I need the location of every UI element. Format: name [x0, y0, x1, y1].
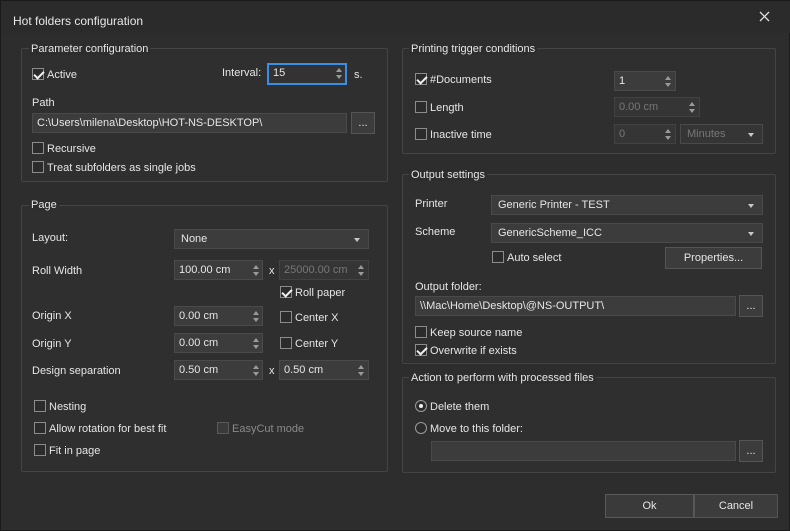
center-x-checkbox[interactable] — [280, 311, 292, 323]
active-checkbox[interactable] — [32, 68, 44, 80]
output-folder-input[interactable]: \\Mac\Home\Desktop\@NS-OUTPUT\ — [415, 296, 736, 316]
center-x-label: Center X — [295, 312, 339, 324]
move-folder-browse-button[interactable]: ... — [739, 440, 763, 462]
length-label: Length — [430, 102, 464, 114]
path-label: Path — [32, 97, 55, 109]
overwrite-checkbox[interactable] — [415, 344, 427, 356]
treat-subfolders-label: Treat subfolders as single jobs — [47, 162, 196, 174]
chevron-down-icon — [354, 238, 360, 242]
active-label: Active — [47, 69, 77, 81]
keep-source-name-checkbox[interactable] — [415, 326, 427, 338]
ok-button[interactable]: Ok — [605, 494, 694, 518]
page-title: Page — [29, 199, 59, 211]
close-button[interactable] — [749, 5, 779, 27]
easycut-label: EasyCut mode — [232, 423, 305, 435]
documents-stepper[interactable] — [661, 73, 675, 90]
roll-length-stepper[interactable] — [354, 262, 368, 279]
close-icon — [759, 11, 769, 22]
scheme-label: Scheme — [415, 226, 456, 238]
nesting-checkbox[interactable] — [34, 400, 46, 412]
layout-label: Layout: — [32, 232, 69, 244]
inactive-time-checkbox[interactable] — [415, 128, 427, 140]
move-to-folder-radio[interactable] — [415, 422, 427, 434]
keep-source-name-label: Keep source name — [430, 327, 523, 339]
layout-select[interactable]: None — [174, 229, 369, 249]
printing-trigger-title: Printing trigger conditions — [409, 43, 538, 55]
roll-paper-checkbox[interactable] — [280, 286, 292, 298]
design-separation-y-stepper[interactable] — [354, 362, 368, 379]
roll-width-stepper[interactable] — [249, 262, 263, 279]
center-y-checkbox[interactable] — [280, 337, 292, 349]
treat-subfolders-checkbox[interactable] — [32, 161, 44, 173]
action-title: Action to perform with processed files — [409, 372, 596, 384]
documents-checkbox[interactable] — [415, 73, 427, 85]
chevron-down-icon — [748, 232, 754, 236]
move-folder-input[interactable] — [431, 441, 736, 461]
allow-rotation-checkbox[interactable] — [34, 422, 46, 434]
design-x-separator: x — [269, 365, 275, 377]
origin-y-stepper[interactable] — [249, 335, 263, 352]
printer-label: Printer — [415, 198, 448, 210]
origin-y-label: Origin Y — [32, 338, 72, 350]
chevron-down-icon — [748, 133, 754, 137]
chevron-down-icon — [748, 204, 754, 208]
center-y-label: Center Y — [295, 338, 339, 350]
overwrite-label: Overwrite if exists — [430, 345, 517, 357]
origin-x-stepper[interactable] — [249, 308, 263, 325]
origin-x-label: Origin X — [32, 310, 72, 322]
design-separation-x-stepper[interactable] — [249, 362, 263, 379]
nesting-label: Nesting — [49, 401, 87, 413]
printer-select[interactable]: Generic Printer - TEST — [491, 195, 763, 215]
length-checkbox[interactable] — [415, 101, 427, 113]
interval-label: Interval: — [222, 67, 262, 79]
auto-select-checkbox[interactable] — [492, 251, 504, 263]
interval-stepper[interactable] — [332, 65, 346, 82]
output-folder-browse-button[interactable]: ... — [739, 295, 763, 317]
recursive-label: Recursive — [47, 143, 96, 155]
inactive-time-label: Inactive time — [430, 129, 492, 141]
fit-in-page-label: Fit in page — [49, 445, 101, 457]
delete-them-label: Delete them — [430, 401, 490, 413]
easycut-checkbox[interactable] — [217, 422, 229, 434]
properties-button[interactable]: Properties... — [665, 247, 762, 269]
fit-in-page-checkbox[interactable] — [34, 444, 46, 456]
delete-them-radio[interactable] — [415, 400, 427, 412]
cancel-button[interactable]: Cancel — [694, 494, 778, 518]
roll-x-separator: x — [269, 265, 275, 277]
output-folder-label: Output folder: — [415, 281, 482, 293]
design-separation-label: Design separation — [32, 365, 121, 377]
path-browse-button[interactable]: ... — [351, 112, 375, 134]
hot-folders-dialog: Hot folders configuration Parameter conf… — [0, 0, 790, 531]
inactive-unit-select[interactable]: Minutes — [680, 124, 763, 144]
window-title: Hot folders configuration — [13, 14, 144, 28]
scheme-select[interactable]: GenericScheme_ICC — [491, 223, 763, 243]
length-stepper[interactable] — [685, 99, 699, 116]
auto-select-label: Auto select — [507, 252, 562, 264]
title-bar: Hot folders configuration — [1, 1, 790, 33]
roll-width-label: Roll Width — [32, 265, 83, 277]
output-settings-title: Output settings — [409, 169, 487, 181]
parameter-configuration-title: Parameter configuration — [29, 43, 151, 55]
recursive-checkbox[interactable] — [32, 142, 44, 154]
path-input[interactable]: C:\Users\milena\Desktop\HOT-NS-DESKTOP\ — [32, 113, 347, 133]
move-to-folder-label: Move to this folder: — [430, 423, 523, 435]
interval-unit: s. — [354, 69, 363, 81]
roll-paper-label: Roll paper — [295, 287, 346, 299]
inactive-time-stepper[interactable] — [661, 126, 675, 143]
documents-label: #Documents — [430, 74, 492, 86]
allow-rotation-label: Allow rotation for best fit — [49, 423, 167, 435]
